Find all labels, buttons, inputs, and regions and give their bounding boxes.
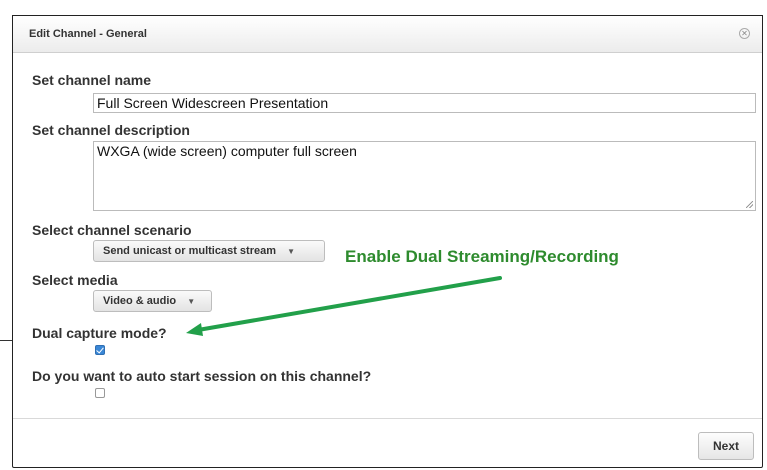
annotation-arrow [186,276,502,336]
